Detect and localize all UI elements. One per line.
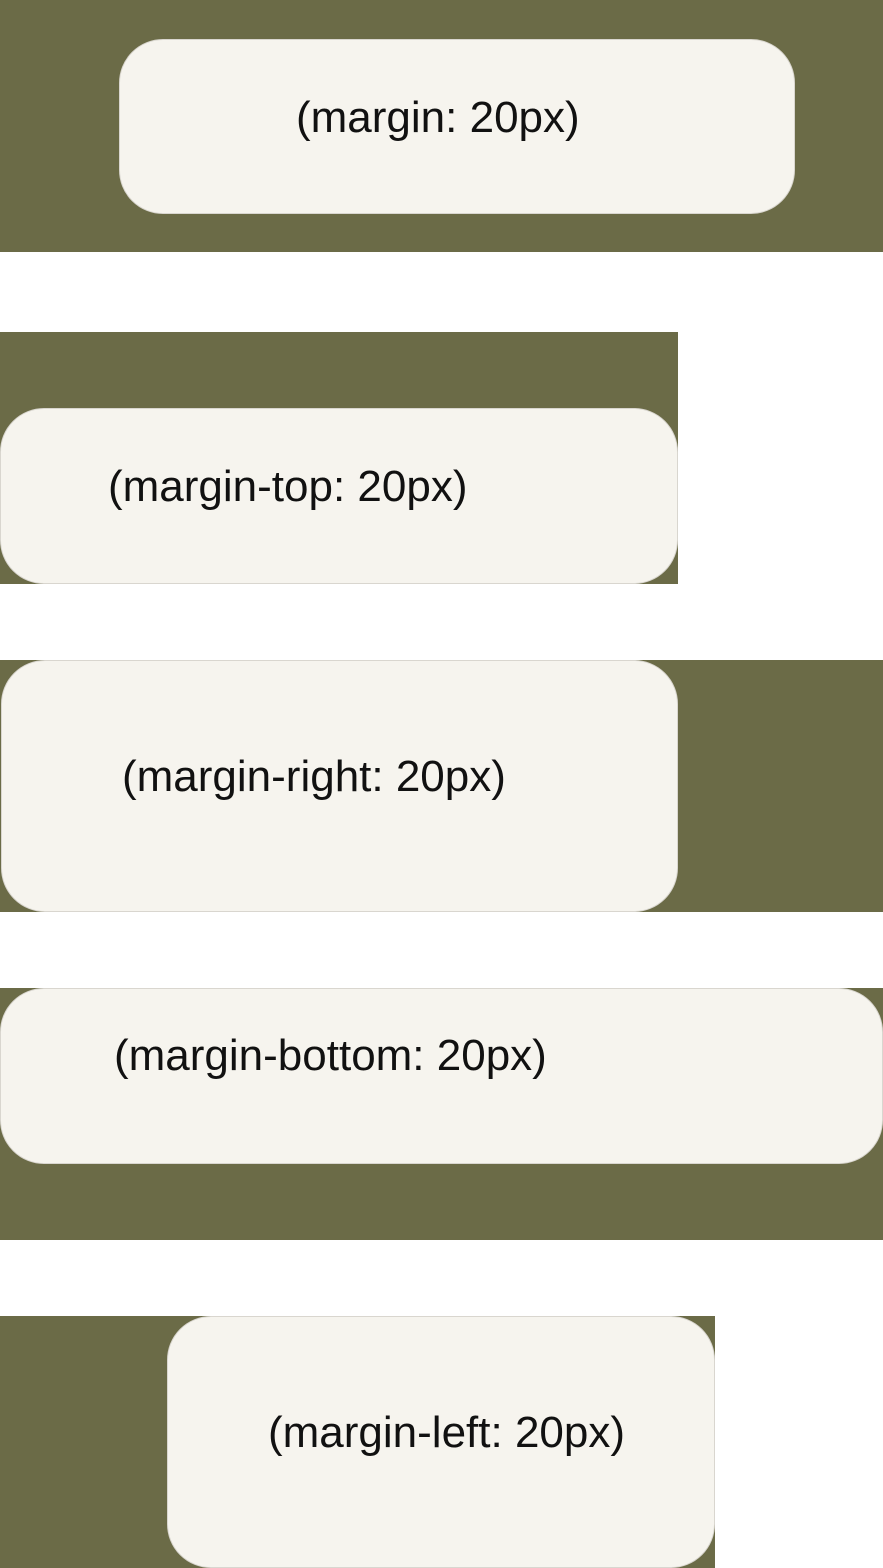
margin-top-demo-label: (margin-top: 20px) [108, 462, 468, 511]
margin-left-demo-label: (margin-left: 20px) [268, 1408, 626, 1457]
margin-top-demo-container: (margin-top: 20px) [0, 332, 678, 584]
margin-bottom-demo-container: (margin-bottom: 20px) [0, 988, 883, 1240]
margin-right-demo-label: (margin-right: 20px) [122, 752, 506, 801]
margin-right-demo-container: (margin-right: 20px) [0, 660, 883, 912]
margin-left-demo-container: (margin-left: 20px) [0, 1316, 715, 1568]
margin-demo-label: (margin: 20px) [296, 93, 580, 142]
margin-demo-container: (margin: 20px) [0, 0, 883, 252]
margin-bottom-demo-label: (margin-bottom: 20px) [114, 1031, 547, 1080]
